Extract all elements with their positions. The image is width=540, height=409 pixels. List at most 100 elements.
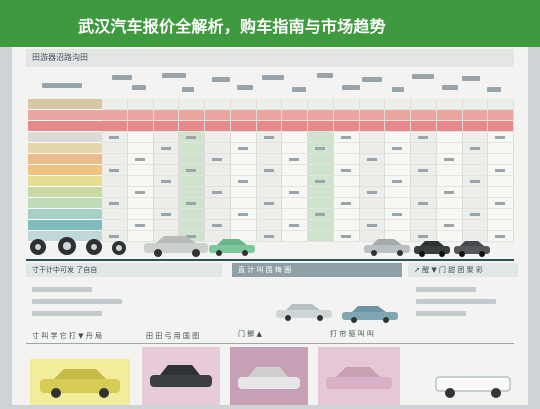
table-cell — [282, 154, 308, 165]
table-cell — [385, 121, 411, 132]
table-cell — [179, 165, 205, 176]
table-cell — [359, 132, 386, 143]
table-cell — [153, 143, 180, 154]
table-cell — [205, 187, 231, 198]
table-cell — [333, 165, 360, 176]
table-cell — [179, 154, 205, 165]
page-banner: 武汉汽车报价全解析，购车指南与市场趋势 — [0, 0, 540, 47]
table-cell — [333, 187, 360, 198]
table-cell — [102, 220, 128, 231]
table-cell — [462, 209, 489, 220]
table-cell — [230, 220, 257, 231]
table-cell — [282, 220, 308, 231]
table-cell — [205, 121, 231, 132]
table-row-label-cell — [28, 187, 102, 198]
table-row-label-cell — [28, 198, 102, 209]
table-cell — [179, 121, 205, 132]
table-cell — [333, 154, 360, 165]
table-row-label-cell — [28, 220, 102, 231]
table-cell — [308, 198, 334, 209]
table-cell — [256, 121, 283, 132]
table-cell — [256, 198, 283, 209]
table-cell — [102, 187, 128, 198]
table-cell — [333, 209, 360, 220]
table-cell — [488, 110, 514, 121]
table-cell — [256, 143, 283, 154]
table-cell — [256, 110, 283, 121]
table-cell — [333, 99, 360, 110]
table-cell — [385, 143, 411, 154]
panel-header: 直 计 叫 围 梅 圈 — [232, 263, 402, 277]
table-cell — [385, 187, 411, 198]
table-cell — [359, 110, 386, 121]
table-cell — [359, 176, 386, 187]
table-cell — [462, 132, 489, 143]
table-cell — [308, 132, 334, 143]
table-cell — [308, 110, 334, 121]
table-cell — [385, 154, 411, 165]
table-cell — [230, 176, 257, 187]
table-cell — [179, 187, 205, 198]
table-cell — [127, 165, 154, 176]
table-cell — [282, 209, 308, 220]
table-cell — [436, 132, 463, 143]
table-cell — [179, 110, 205, 121]
table-cell — [282, 187, 308, 198]
table-row-label-cell — [28, 121, 102, 132]
table-cell — [282, 110, 308, 121]
table-cell — [230, 143, 257, 154]
car-thumbnail — [144, 236, 208, 257]
table-cell — [436, 176, 463, 187]
table-row-label-cell — [28, 176, 102, 187]
car-photo-mauve — [230, 347, 308, 405]
table-cell — [230, 99, 257, 110]
table-cell — [282, 121, 308, 132]
table-cell — [205, 209, 231, 220]
table-cell — [436, 209, 463, 220]
table-cell — [411, 209, 437, 220]
table-cell — [230, 110, 257, 121]
table-cell — [308, 187, 334, 198]
table-cell — [205, 110, 231, 121]
table-cell — [205, 154, 231, 165]
table-cell — [256, 165, 283, 176]
table-cell — [488, 165, 514, 176]
table-cell — [153, 176, 180, 187]
table-cell — [230, 132, 257, 143]
table-cell — [179, 143, 205, 154]
table-cell — [127, 209, 154, 220]
table-cell — [127, 99, 154, 110]
table-cell — [153, 165, 180, 176]
table-cell — [488, 198, 514, 209]
table-cell — [205, 132, 231, 143]
table-cell — [411, 165, 437, 176]
car-thumbnail — [454, 241, 490, 257]
table-cell — [385, 110, 411, 121]
table-cell — [436, 165, 463, 176]
table-cell — [411, 154, 437, 165]
table-cell — [179, 176, 205, 187]
section-label: 寸 叫 学 它 打 ▼ 丹 局 — [32, 332, 102, 340]
table-cell — [153, 132, 180, 143]
table-cell — [153, 121, 180, 132]
table-cell — [385, 220, 411, 231]
table-cell — [153, 187, 180, 198]
table-cell — [127, 176, 154, 187]
table-cell — [462, 121, 489, 132]
table-cell — [488, 187, 514, 198]
table-row-label-cell — [28, 209, 102, 220]
table-cell — [102, 143, 128, 154]
table-cell — [127, 143, 154, 154]
table-cell — [102, 99, 128, 110]
table-cell — [230, 209, 257, 220]
table-cell — [488, 154, 514, 165]
table-cell — [230, 198, 257, 209]
table-cell — [256, 132, 283, 143]
table-cell — [462, 143, 489, 154]
table-cell — [205, 220, 231, 231]
car-thumbnail — [342, 306, 398, 323]
table-cell — [308, 143, 334, 154]
table-cell — [436, 121, 463, 132]
table-cell — [488, 121, 514, 132]
page-title: 武汉汽车报价全解析，购车指南与市场趋势 — [78, 17, 386, 36]
